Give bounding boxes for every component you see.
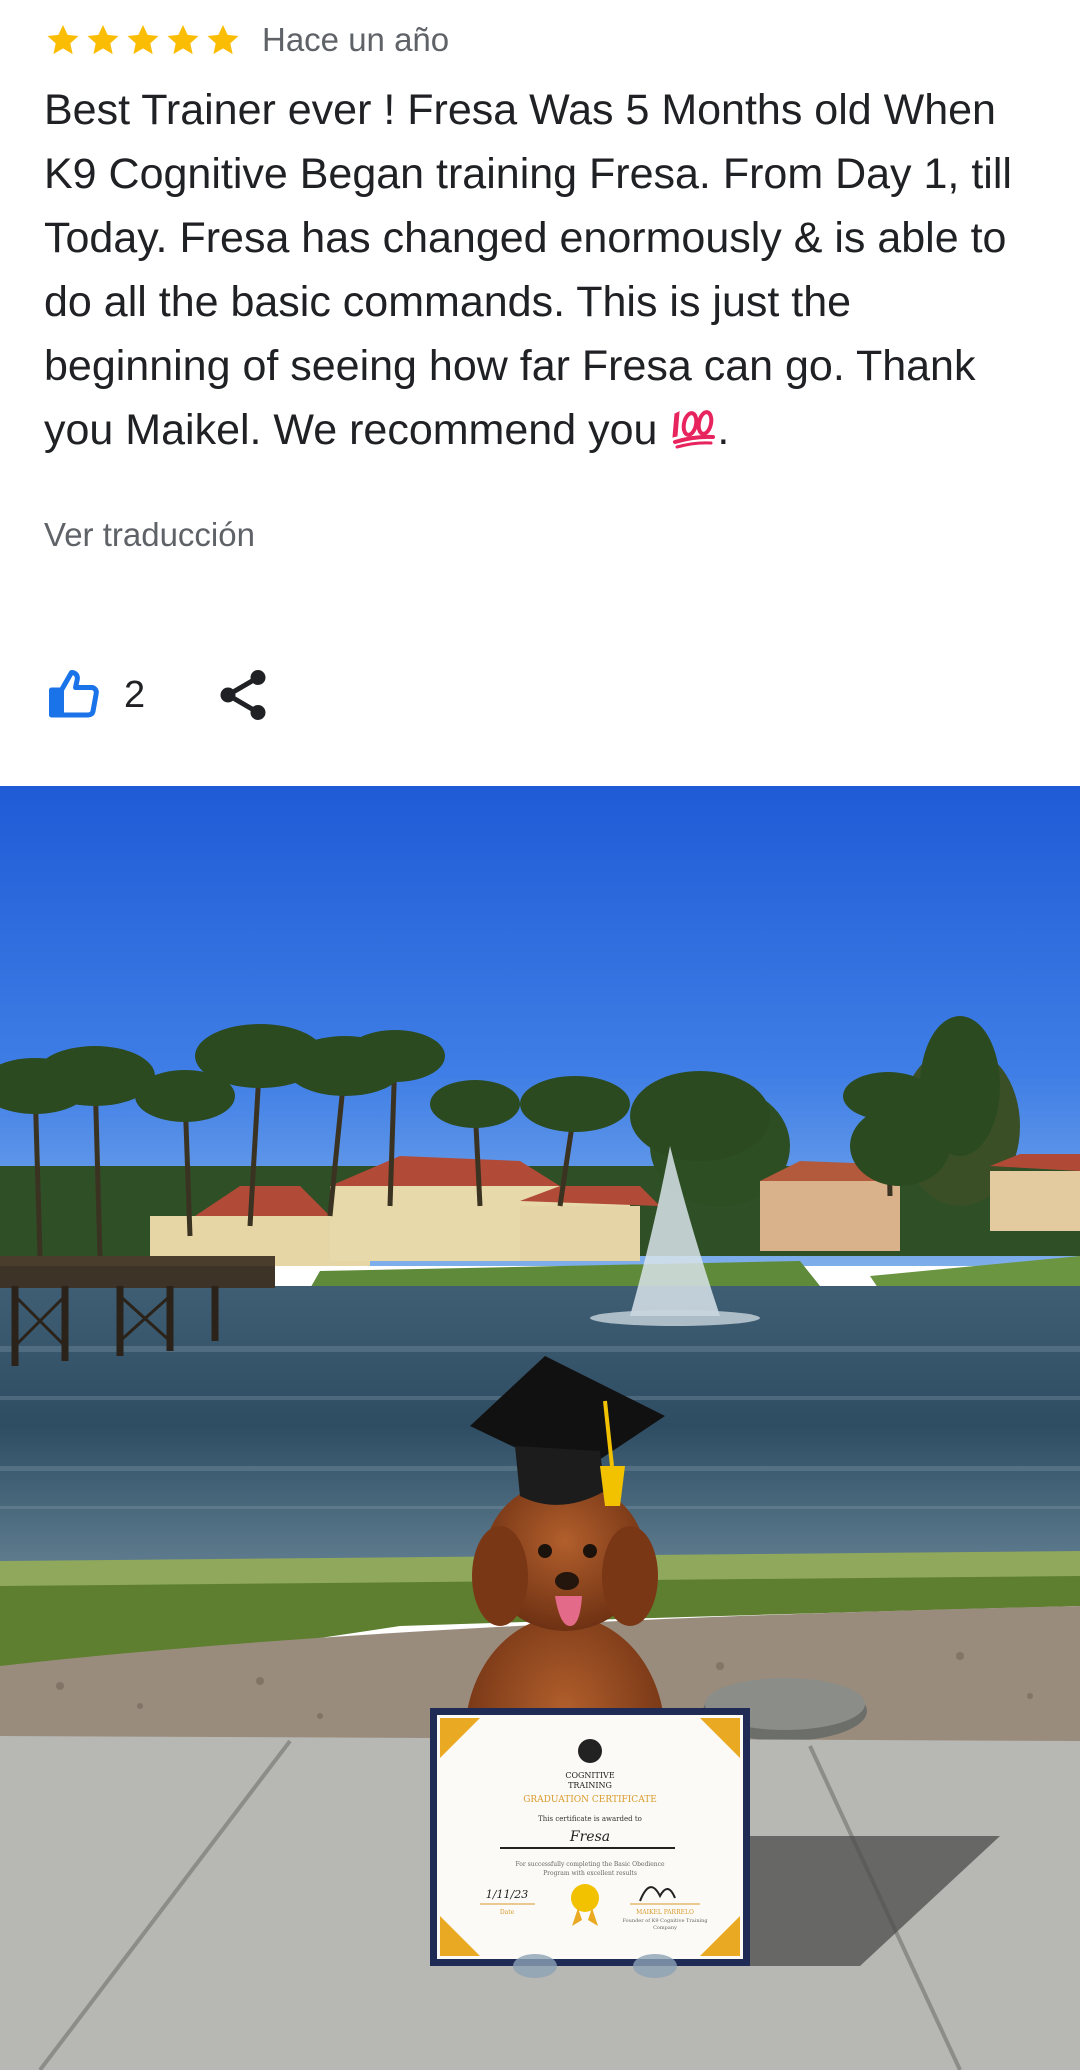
like-count: 2 — [124, 673, 146, 716]
review-card: Hace un año Best Trainer ever ! Fresa Wa… — [0, 0, 1080, 786]
star-icon — [127, 24, 159, 55]
thumbs-up-icon — [49, 670, 99, 718]
certificate-description-2: Program with excellent results — [543, 1870, 637, 1877]
see-translation-link[interactable]: Ver traducción — [44, 516, 255, 554]
certificate-awarded-to: This certificate is awarded to — [538, 1815, 642, 1823]
graduation-certificate: COGNITIVE TRAINING GRADUATION CERTIFICAT… — [430, 1708, 750, 1978]
certificate-signer-title-2: Company — [653, 1925, 677, 1931]
certificate-date-label: Date — [500, 1909, 515, 1916]
review-text-end: . — [717, 406, 730, 454]
certificate-org-line1: COGNITIVE — [565, 1771, 615, 1780]
star-icon — [87, 24, 119, 55]
review-body: Best Trainer ever ! Fresa Was 5 Months o… — [44, 86, 1012, 454]
star-icon — [47, 24, 79, 55]
star-rating — [44, 21, 242, 59]
review-actions: 2 — [44, 660, 273, 730]
like-button[interactable]: 2 — [44, 665, 145, 725]
certificate-org-line2: TRAINING — [568, 1781, 612, 1790]
share-icon[interactable] — [213, 665, 273, 725]
certificate-signer-title-1: Founder of K9 Cognitive Training — [622, 1918, 708, 1924]
certificate-description-1: For successfully completing the Basic Ob… — [515, 1861, 665, 1868]
certificate-signer: MAIKEL PARRELO — [636, 1909, 694, 1916]
review-photo[interactable]: COGNITIVE TRAINING GRADUATION CERTIFICAT… — [0, 786, 1080, 2070]
star-icon — [207, 24, 239, 55]
certificate-seal-icon — [571, 1884, 599, 1912]
hundred-points-emoji-icon — [672, 410, 716, 449]
review-time: Hace un año — [262, 21, 450, 58]
certificate-date: 1/11/23 — [486, 1888, 528, 1901]
star-icon — [167, 24, 199, 55]
rating-row: Hace un año — [44, 18, 449, 62]
certificate-title: GRADUATION CERTIFICATE — [523, 1795, 657, 1805]
certificate-name: Fresa — [569, 1829, 610, 1845]
dog-graduation-photo: COGNITIVE TRAINING GRADUATION CERTIFICAT… — [0, 786, 1080, 2070]
review-text: Best Trainer ever ! Fresa Was 5 Months o… — [44, 78, 1044, 462]
